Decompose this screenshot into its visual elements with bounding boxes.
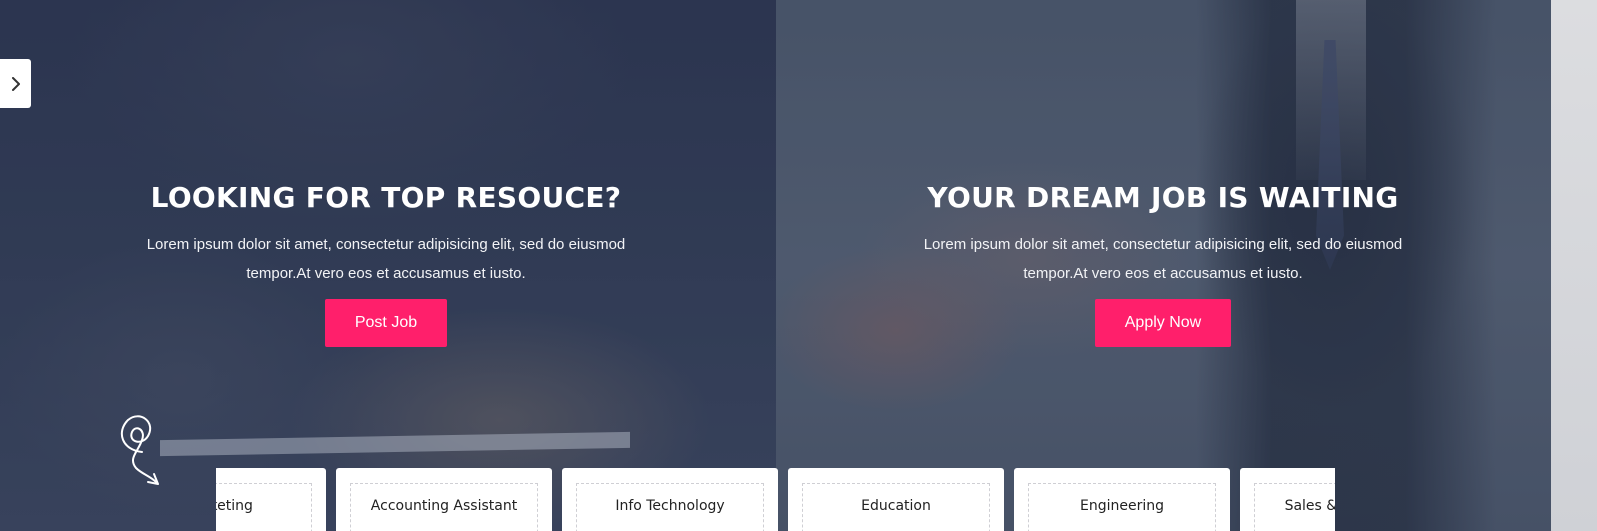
category-card-accounting-assistant[interactable]: Accounting Assistant: [336, 468, 552, 531]
category-card-marketing[interactable]: Marketing: [216, 468, 326, 531]
category-label: Education: [861, 498, 931, 514]
category-label: Sales & Marketing: [1284, 498, 1335, 514]
hero-section: LOOKING FOR TOP RESOUCE? Lorem ipsum dol…: [0, 0, 1597, 531]
side-panel-toggle-button[interactable]: [0, 59, 31, 108]
hero-block-employer: LOOKING FOR TOP RESOUCE? Lorem ipsum dol…: [106, 180, 666, 347]
category-label: Marketing: [216, 498, 253, 514]
category-card-info-technology[interactable]: Info Technology: [562, 468, 778, 531]
paper-graphic: [160, 431, 630, 457]
post-job-button[interactable]: Post Job: [324, 299, 448, 347]
category-label: Info Technology: [615, 498, 725, 514]
hero-description: Lorem ipsum dolor sit amet, consectetur …: [923, 236, 1403, 282]
hero-title: LOOKING FOR TOP RESOUCE?: [150, 181, 622, 214]
category-label: Engineering: [1080, 498, 1164, 514]
category-label: Accounting Assistant: [370, 498, 518, 514]
category-card-engineering[interactable]: Engineering: [1014, 468, 1230, 531]
chevron-right-icon: [11, 76, 20, 91]
swirl-arrow-icon: [120, 415, 159, 485]
shirt-graphic: [1296, 0, 1366, 180]
category-card-sales[interactable]: Sales & Marketing: [1240, 468, 1335, 531]
hero-title: YOUR DREAM JOB IS WAITING: [927, 181, 1399, 214]
page-edge: [1551, 0, 1597, 531]
hero-block-candidate: YOUR DREAM JOB IS WAITING Lorem ipsum do…: [883, 180, 1443, 347]
apply-now-button[interactable]: Apply Now: [1094, 299, 1232, 347]
category-card-education[interactable]: Education: [788, 468, 1004, 531]
hero-description: Lorem ipsum dolor sit amet, consectetur …: [146, 236, 626, 282]
category-carousel: Marketing Accounting Assistant Info Tech…: [216, 468, 1335, 531]
